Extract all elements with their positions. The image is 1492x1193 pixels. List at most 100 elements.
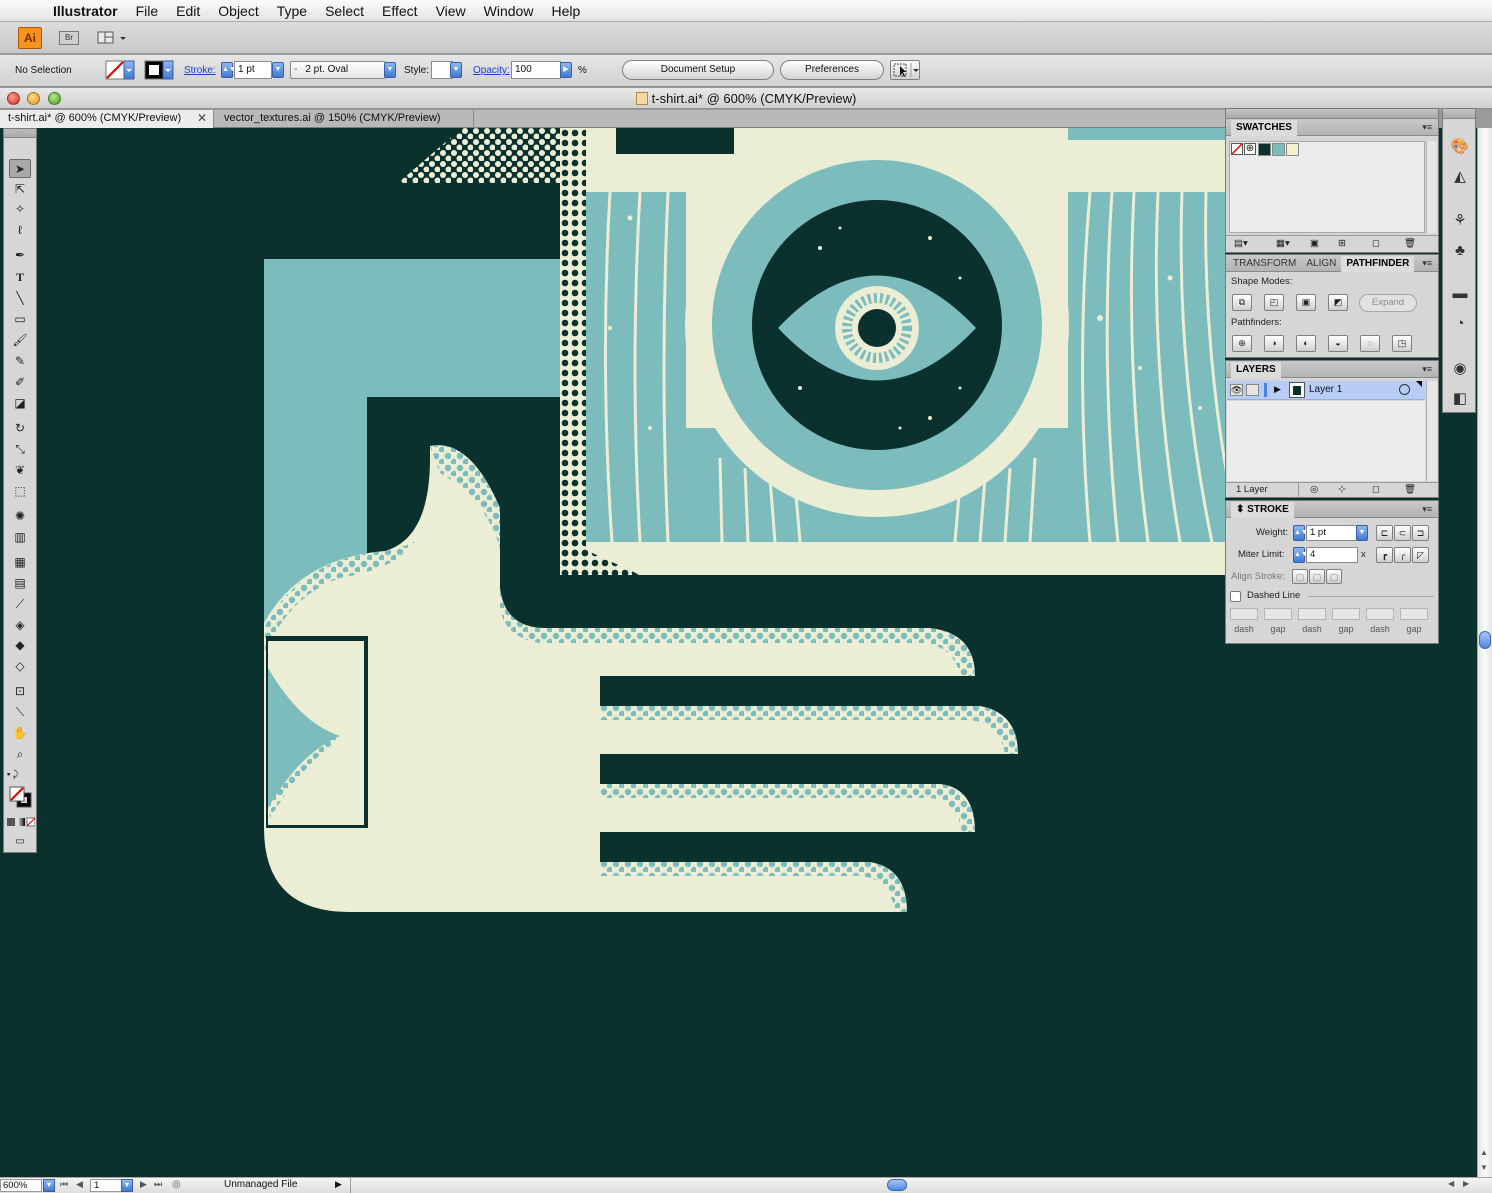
first-artboard-icon[interactable]: ⏮ xyxy=(60,1179,68,1190)
status-menu-icon[interactable]: ▶ xyxy=(335,1179,342,1190)
artboard-tool-icon[interactable]: ⊡ xyxy=(9,682,31,701)
minus-front-icon[interactable]: ◰ xyxy=(1264,294,1284,311)
make-clipping-mask-icon[interactable]: ◎ xyxy=(1310,484,1318,495)
weight-field[interactable]: 1 pt xyxy=(1306,525,1358,541)
selection-options-button[interactable] xyxy=(890,60,920,80)
type-tool-icon[interactable]: T xyxy=(9,268,31,287)
delete-layer-icon[interactable]: 🗑 xyxy=(1404,484,1416,495)
window-zoom-button[interactable] xyxy=(48,92,61,105)
trim-icon[interactable]: ◑ xyxy=(1264,335,1284,352)
blend-tool-icon[interactable]: ◈ xyxy=(9,616,31,635)
scroll-down-icon[interactable]: ▼ xyxy=(1480,1163,1488,1172)
show-swatch-kinds-icon[interactable]: ▦▾ xyxy=(1276,238,1290,249)
mesh-tool-icon[interactable]: ▦ xyxy=(9,553,31,572)
graphic-styles-icon[interactable]: ◧ xyxy=(1450,389,1470,409)
menu-select[interactable]: Select xyxy=(316,0,373,22)
menu-view[interactable]: View xyxy=(427,0,475,22)
stroke-weight-dropdown[interactable]: ▼ xyxy=(272,62,284,78)
slice-tool-icon[interactable]: ⟍ xyxy=(9,703,31,722)
stroke-color-picker[interactable] xyxy=(144,60,174,80)
miter-field[interactable]: 4 xyxy=(1306,547,1358,563)
vertical-scrollbar[interactable]: ▲ ▼ xyxy=(1477,128,1492,1177)
swatch-cream[interactable] xyxy=(1286,143,1299,156)
line-tool-icon[interactable]: ╲ xyxy=(9,289,31,308)
zoom-tool-icon[interactable]: ⌕ xyxy=(9,745,31,764)
opacity-field[interactable]: 100 xyxy=(511,61,561,79)
brush-definition-dropdown[interactable]: -2 pt. Oval xyxy=(290,61,386,79)
menu-help[interactable]: Help xyxy=(542,0,589,22)
menu-object[interactable]: Object xyxy=(209,0,267,22)
zoom-field[interactable]: 600% xyxy=(0,1179,42,1192)
expand-button[interactable]: Expand xyxy=(1359,294,1417,312)
bevel-join-icon[interactable]: ◸ xyxy=(1412,547,1429,563)
miter-join-icon[interactable]: ┏ xyxy=(1376,547,1393,563)
selection-tool-icon[interactable]: ➤ xyxy=(9,159,31,178)
align-center-icon[interactable]: ▢ xyxy=(1292,569,1308,584)
exclude-icon[interactable]: ◩ xyxy=(1328,294,1348,311)
symbol-sprayer-tool-icon[interactable]: ✺ xyxy=(9,507,31,526)
outline-icon[interactable]: ◌ xyxy=(1360,335,1380,352)
layer-name[interactable]: Layer 1 xyxy=(1309,384,1342,395)
weight-dropdown[interactable]: ▼ xyxy=(1356,525,1368,541)
tools-panel-grip[interactable]: · · xyxy=(4,129,36,138)
menu-effect[interactable]: Effect xyxy=(373,0,427,22)
opacity-dropdown[interactable]: ▶ xyxy=(560,62,572,78)
none-swatch-icon[interactable] xyxy=(1231,143,1243,155)
menu-window[interactable]: Window xyxy=(475,0,543,22)
eraser-tool-icon[interactable]: ◪ xyxy=(9,394,31,413)
magic-wand-tool-icon[interactable]: ✧ xyxy=(9,200,31,219)
vertical-scroll-thumb[interactable] xyxy=(1479,631,1491,649)
minus-back-icon[interactable]: ◳ xyxy=(1392,335,1412,352)
live-paint-bucket-tool-icon[interactable]: ◆ xyxy=(9,636,31,655)
menu-edit[interactable]: Edit xyxy=(167,0,209,22)
screen-mode-icon[interactable]: ▭ xyxy=(9,832,31,851)
version-cue-icon[interactable]: ◎ xyxy=(172,1179,181,1190)
paintbrush-tool-icon[interactable]: 🖌 xyxy=(9,331,31,350)
scroll-left-icon[interactable]: ◀ xyxy=(1448,1179,1454,1188)
fill-color-picker[interactable] xyxy=(105,60,135,80)
dash-field-3[interactable] xyxy=(1366,608,1394,620)
gradient-panel-icon[interactable]: ▬ xyxy=(1450,284,1470,304)
lock-toggle[interactable] xyxy=(1246,384,1259,396)
arrange-documents-button[interactable] xyxy=(96,28,130,48)
opacity-label[interactable]: Opacity: xyxy=(473,61,510,81)
new-swatch-icon[interactable]: ◻ xyxy=(1372,238,1380,249)
artboard-number-field[interactable]: 1 xyxy=(90,1179,122,1192)
gap-field-2[interactable] xyxy=(1332,608,1360,620)
tab-vector-textures[interactable]: vector_textures.ai @ 150% (CMYK/Preview) xyxy=(216,110,474,128)
butt-cap-icon[interactable]: ⊏ xyxy=(1376,525,1393,541)
new-sublayer-icon[interactable]: ⊹ xyxy=(1338,484,1346,495)
live-paint-selection-tool-icon[interactable]: ◇ xyxy=(9,657,31,676)
free-transform-tool-icon[interactable]: ⬚ xyxy=(9,482,31,501)
round-join-icon[interactable]: ╭ xyxy=(1394,547,1411,563)
dashed-line-checkbox[interactable] xyxy=(1230,591,1241,602)
divide-icon[interactable]: ⊕ xyxy=(1232,335,1252,352)
dash-field-2[interactable] xyxy=(1298,608,1326,620)
swap-fill-stroke-icon[interactable]: ▪ ⤸ xyxy=(7,769,35,781)
pencil-tool-icon[interactable]: ✎ xyxy=(9,352,31,371)
blob-brush-tool-icon[interactable]: ✐ xyxy=(9,373,31,392)
fill-stroke-indicator[interactable] xyxy=(8,785,34,809)
color-mode-buttons[interactable] xyxy=(7,817,36,827)
gradient-tool-icon[interactable]: ▤ xyxy=(9,574,31,593)
align-inside-icon[interactable]: ▢ xyxy=(1309,569,1325,584)
delete-swatch-icon[interactable]: 🗑 xyxy=(1404,238,1416,249)
gap-field-3[interactable] xyxy=(1400,608,1428,620)
lasso-tool-icon[interactable]: ℓ xyxy=(9,221,31,240)
stroke-weight-field[interactable]: 1 pt xyxy=(234,61,272,79)
tab-layers[interactable]: LAYERS xyxy=(1231,362,1281,378)
tab-swatches[interactable]: SWATCHES xyxy=(1231,120,1297,136)
panel-menu-icon[interactable]: ▾≡ xyxy=(1422,119,1432,136)
stroke-weight-stepper[interactable]: ▲▼ xyxy=(221,62,236,78)
bridge-button[interactable]: Br xyxy=(58,28,80,48)
intersect-icon[interactable]: ▣ xyxy=(1296,294,1316,311)
column-graph-tool-icon[interactable]: ▥ xyxy=(9,528,31,547)
merge-icon[interactable]: ◐ xyxy=(1296,335,1316,352)
rectangle-tool-icon[interactable]: ▭ xyxy=(9,310,31,329)
target-icon[interactable] xyxy=(1399,384,1410,395)
transparency-icon[interactable]: ◔ xyxy=(1450,314,1470,334)
menu-type[interactable]: Type xyxy=(268,0,316,22)
panel-grip[interactable] xyxy=(1226,109,1438,119)
align-outside-icon[interactable]: ▢ xyxy=(1326,569,1342,584)
panel-menu-icon[interactable]: ▾≡ xyxy=(1422,361,1432,378)
